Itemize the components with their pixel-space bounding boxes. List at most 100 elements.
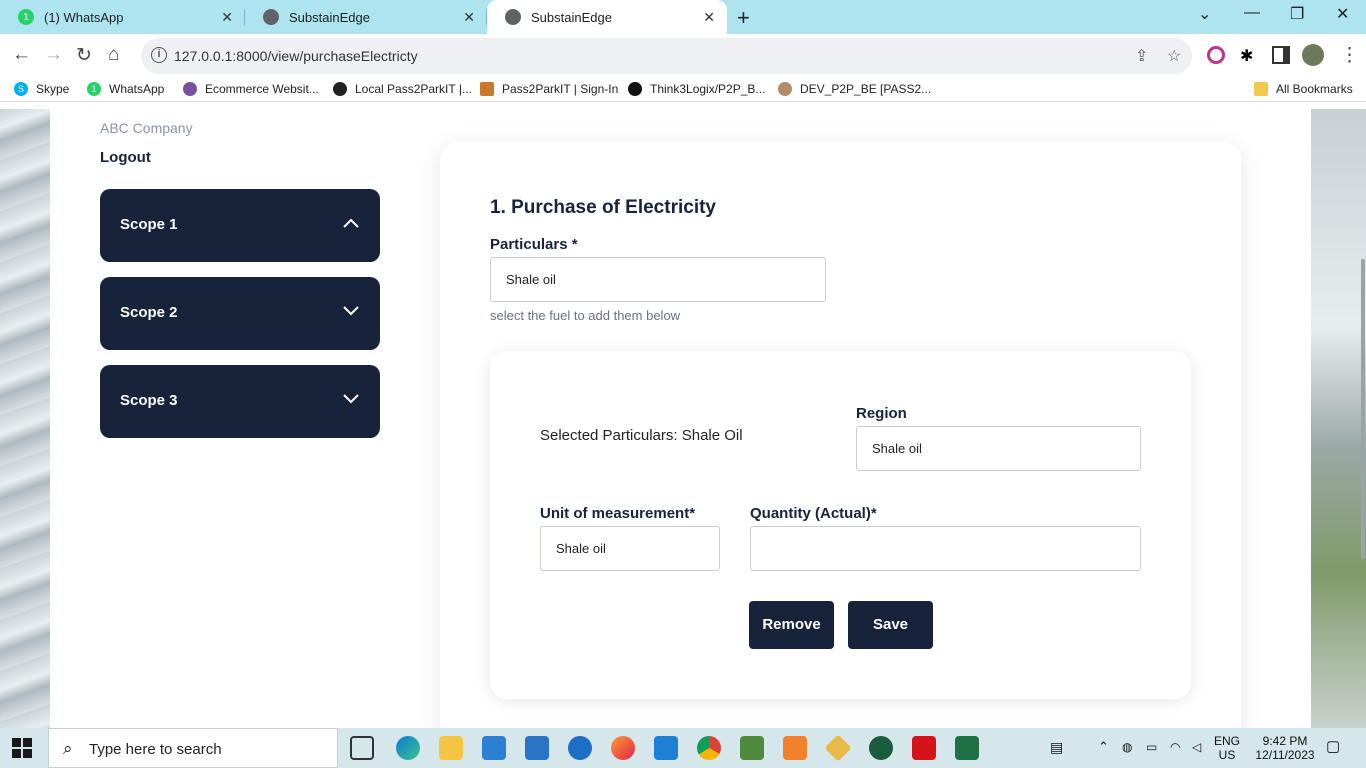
app-icon[interactable]: [740, 736, 764, 760]
purchase-electricity-card: 1. Purchase of Electricity Particulars *…: [440, 142, 1241, 728]
taskbar-search[interactable]: ⌕ Type here to search: [48, 728, 338, 768]
background-image-right: [1310, 109, 1366, 728]
file-explorer-icon[interactable]: [439, 736, 463, 760]
info-icon[interactable]: i: [151, 47, 167, 63]
language-code: ENG: [1214, 734, 1241, 748]
github-icon: [628, 82, 642, 96]
unit-select[interactable]: Shale oil: [540, 526, 720, 571]
scope-label: Scope 2: [120, 304, 178, 321]
particulars-select[interactable]: Shale oil: [490, 257, 826, 302]
network-icon[interactable]: ◍: [1122, 740, 1132, 754]
search-icon: ⌕: [63, 739, 73, 758]
side-panel-icon[interactable]: [1272, 46, 1290, 64]
bookmark-local-pass2parkit[interactable]: Local Pass2ParkIT |...: [333, 82, 472, 96]
close-icon[interactable]: ✕: [221, 9, 233, 26]
scope-3-accordion[interactable]: Scope 3: [100, 365, 380, 438]
news-icon[interactable]: ▤: [1050, 740, 1063, 754]
quantity-label: Quantity (Actual)*: [750, 505, 877, 522]
minimize-icon[interactable]: —: [1244, 4, 1260, 22]
tab-title: SubstainEdge: [289, 9, 370, 25]
save-button[interactable]: Save: [848, 601, 933, 649]
wifi-icon[interactable]: ◠: [1170, 740, 1180, 754]
clock-time: 9:42 PM: [1262, 734, 1308, 748]
battery-icon[interactable]: ▭: [1146, 740, 1157, 754]
task-view-icon[interactable]: [350, 736, 374, 760]
firefox-icon[interactable]: [611, 736, 635, 760]
forward-icon[interactable]: →: [44, 44, 63, 66]
scope-1-accordion[interactable]: Scope 1: [100, 189, 380, 262]
mail-icon[interactable]: [525, 736, 549, 760]
bookmark-ecommerce[interactable]: Ecommerce Websit...: [183, 82, 319, 96]
page-viewport: ABC Company Logout Scope 1 Scope 2 Scope…: [0, 109, 1366, 728]
windows-taskbar: ⌕ Type here to search ▤ ⌃ ◍ ▭ ◠ ◁ ENG US…: [0, 728, 1366, 768]
reload-icon[interactable]: ↻: [76, 44, 92, 67]
avatar-icon: [778, 82, 792, 96]
volume-icon[interactable]: ◁: [1192, 740, 1201, 754]
particulars-hint: select the fuel to add them below: [490, 308, 681, 323]
extensions-icon[interactable]: ✱: [1240, 46, 1258, 65]
chrome-icon[interactable]: [697, 736, 721, 760]
xampp-icon[interactable]: [783, 736, 807, 760]
menu-icon[interactable]: ⋮: [1340, 44, 1359, 67]
scope-label: Scope 1: [120, 216, 178, 233]
tab-whatsapp[interactable]: 1 (1) WhatsApp ✕: [0, 0, 245, 34]
bookmark-pass2parkit-signin[interactable]: Pass2ParkIT | Sign-In: [480, 82, 618, 96]
tab-substainedge-1[interactable]: SubstainEdge ✕: [245, 0, 487, 34]
address-bar: ← → ↻ ⌂ i 127.0.0.1:8000/view/purchaseEl…: [0, 34, 1366, 78]
chevron-down-icon: [343, 394, 359, 404]
globe-icon: [333, 82, 347, 96]
bookmark-label: DEV_P2P_BE [PASS2...: [800, 82, 932, 96]
folder-icon: [1254, 82, 1268, 96]
notifications-icon[interactable]: ▢: [1326, 739, 1340, 754]
bookmark-label: Local Pass2ParkIT |...: [355, 82, 472, 96]
scope-2-accordion[interactable]: Scope 2: [100, 277, 380, 350]
restore-icon[interactable]: ❐: [1290, 4, 1304, 24]
windows-start-icon[interactable]: [12, 738, 32, 758]
whatsapp-icon: 1: [18, 9, 34, 25]
close-icon[interactable]: ✕: [463, 9, 475, 26]
tab-substainedge-2[interactable]: SubstainEdge ✕: [487, 0, 727, 34]
profile-avatar[interactable]: [1302, 44, 1324, 66]
bookmark-github[interactable]: Think3Logix/P2P_B...: [628, 82, 765, 96]
bookmark-label: Ecommerce Websit...: [205, 82, 319, 96]
url-input[interactable]: i 127.0.0.1:8000/view/purchaseElectricty…: [141, 38, 1192, 74]
region-code: US: [1218, 748, 1236, 762]
excel-icon[interactable]: [955, 736, 979, 760]
tray-chevron-icon[interactable]: ⌃: [1098, 740, 1109, 754]
bookmark-whatsapp[interactable]: 1 WhatsApp: [87, 82, 164, 96]
quantity-input[interactable]: [750, 526, 1141, 571]
clock[interactable]: 9:42 PM 12/11/2023: [1250, 734, 1320, 762]
bookmark-dev-p2p[interactable]: DEV_P2P_BE [PASS2...: [778, 82, 931, 96]
logout-link[interactable]: Logout: [100, 149, 151, 166]
particulars-label: Particulars *: [490, 236, 578, 253]
globe-icon: [263, 9, 279, 25]
tab-search-icon[interactable]: ⌄: [1198, 4, 1211, 24]
vscode-icon[interactable]: [654, 736, 678, 760]
share-icon[interactable]: ⇪: [1135, 46, 1148, 66]
car-icon: [480, 82, 494, 96]
extension-color-icon[interactable]: [1207, 46, 1225, 64]
bookmarks-bar: S Skype 1 WhatsApp Ecommerce Websit... Loc…: [0, 78, 1366, 102]
store-icon[interactable]: [482, 736, 506, 760]
remove-button[interactable]: Remove: [749, 601, 834, 649]
region-select[interactable]: Shale oil: [856, 426, 1141, 471]
home-icon[interactable]: ⌂: [108, 44, 119, 66]
close-window-icon[interactable]: ✕: [1336, 4, 1349, 24]
language-indicator[interactable]: ENG US: [1214, 734, 1240, 762]
acrobat-icon[interactable]: [912, 736, 936, 760]
page-scrollbar[interactable]: [1360, 109, 1366, 728]
close-icon[interactable]: ✕: [703, 9, 715, 26]
bookmark-star-icon[interactable]: ☆: [1167, 46, 1181, 66]
app-icon[interactable]: [568, 736, 592, 760]
selected-particulars-text: Selected Particulars: Shale Oil: [540, 427, 743, 444]
scrollbar-thumb[interactable]: [1361, 259, 1365, 559]
bookmark-skype[interactable]: S Skype: [14, 82, 69, 96]
back-icon[interactable]: ←: [12, 44, 31, 66]
company-name: ABC Company: [100, 120, 193, 136]
all-bookmarks[interactable]: All Bookmarks: [1254, 82, 1353, 96]
edge-icon[interactable]: [396, 736, 420, 760]
new-tab-icon[interactable]: +: [737, 5, 750, 31]
app-icon[interactable]: [824, 734, 852, 762]
region-label: Region: [856, 405, 907, 422]
app-icon[interactable]: [869, 736, 893, 760]
